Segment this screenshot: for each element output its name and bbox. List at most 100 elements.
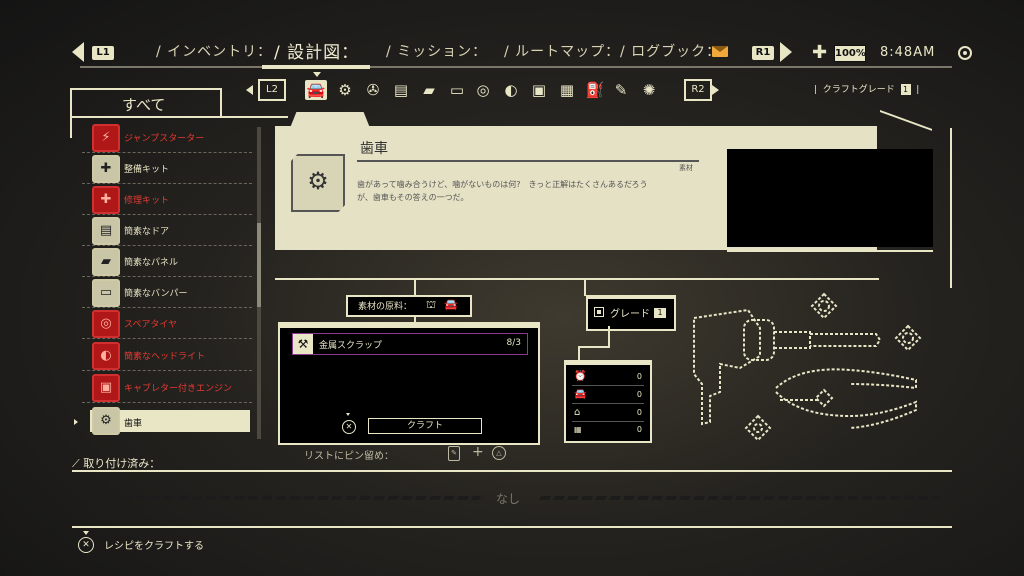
spray-icon[interactable]: ✎ [610, 80, 632, 100]
list-item-label: 修理キット [124, 196, 170, 206]
diagram-pliers-top [775, 368, 917, 390]
triangle-button-icon[interactable]: △ [492, 446, 506, 460]
sidebar-frame-line [70, 116, 288, 118]
l2-button[interactable]: L2 [258, 79, 286, 101]
tab-routemap[interactable]: / ルートマップ： [504, 41, 620, 61]
gears-icon[interactable]: ⚙ [334, 80, 356, 100]
fuel-icon[interactable]: ⛽ [584, 80, 606, 100]
clock-time: 8:48AM [880, 45, 936, 60]
list-item-selected[interactable]: ⚙ 歯車 [90, 407, 250, 435]
jump-starter-icon: ⚡ [92, 124, 120, 152]
diagram-diamond-right [894, 324, 922, 352]
list-item[interactable]: ▣ キャブレター付きエンジン [82, 372, 252, 403]
stat-value: 0 [636, 425, 642, 434]
assembly-diagram [693, 292, 922, 442]
stat-value: 0 [636, 390, 642, 399]
stat-row: ▦ 0 [572, 425, 644, 437]
r2-button[interactable]: R2 [684, 79, 712, 101]
list-item-label: ジャンプスターター [124, 134, 205, 144]
nav-right-arrow-icon[interactable] [780, 42, 792, 62]
metal-scrap-icon: ⚒ [293, 334, 313, 354]
list-item[interactable]: ◐ 簡素なヘッドライト [82, 340, 252, 371]
list-item-label: 簡素なドア [124, 227, 170, 237]
nav-active-underline [262, 65, 370, 69]
nav-left-arrow-icon[interactable] [72, 42, 84, 62]
bumper-icon: ▭ [92, 279, 120, 307]
tab-routemap-label: ルートマップ： [515, 44, 621, 60]
list-item-label: 整備キット [124, 165, 170, 175]
panel-frame-right [950, 128, 952, 288]
r1-button[interactable]: R1 [752, 46, 774, 60]
list-item-label: スペアタイヤ [124, 320, 178, 330]
cross-button-icon[interactable]: ✕ [78, 537, 94, 553]
pin-to-list[interactable]: リストにピン留め： [304, 447, 394, 462]
grade-checkbox-icon [594, 307, 604, 317]
stat-value: 0 [636, 372, 642, 381]
headlight-icon[interactable]: ◐ [500, 80, 522, 100]
detail-description-2: が、歯車もその答えの一つだ。 [357, 193, 469, 202]
list-item[interactable]: ◎ スペアタイヤ [82, 308, 252, 339]
material-count: 8/3 [506, 338, 521, 348]
bumper-icon[interactable]: ▭ [446, 80, 468, 100]
material-row[interactable]: ⚒ 金属スクラップ 8/3 [292, 333, 528, 355]
battery-icon[interactable]: ▦ [556, 80, 578, 100]
stat-row: 🚘 0 [572, 389, 644, 404]
detail-description-1: 歯があって噛み合うけど、噛がないものは何? きっと正解はたくさんあるだろう [357, 180, 648, 189]
tire-icon[interactable]: ◎ [472, 80, 494, 100]
footer-action-label: レシピをクラフトする [104, 541, 204, 552]
materials-panel: ⚒ 金属スクラップ 8/3 ✕ クラフト [278, 322, 540, 445]
panel-icon: ▰ [92, 248, 120, 276]
nav-underline [80, 66, 952, 68]
category-left-arrow-icon[interactable] [246, 85, 253, 95]
door-icon: ▤ [92, 217, 120, 245]
diagram-pliers-bottom [775, 391, 917, 429]
garage-icon: ⌂ [574, 407, 581, 418]
category-right-arrow-icon[interactable] [712, 85, 719, 95]
l1-button[interactable]: L1 [92, 46, 114, 60]
list-item[interactable]: ⚡ ジャンプスターター [82, 122, 252, 153]
tab-inventory[interactable]: / インベントリ： [156, 41, 272, 61]
installed-bottom-line [72, 526, 952, 528]
car-icon[interactable]: 🚘 [305, 80, 327, 100]
sidebar-frame-left [70, 116, 72, 138]
fix-kit-icon: ✚ [92, 186, 120, 214]
materials-label: 素材の原料： [358, 302, 413, 312]
diagram-tool-shaft [774, 331, 811, 349]
craft-grade: | クラフトグレード 1 | [814, 84, 920, 95]
list-item[interactable]: ✚ 整備キット [82, 153, 252, 184]
installed-none: なし [496, 492, 521, 506]
health-plus-icon: ✚ [812, 42, 828, 63]
list-item[interactable]: ✚ 修理キット [82, 184, 252, 215]
disc-icon [958, 46, 972, 60]
tab-missions[interactable]: / ミッション： [386, 41, 487, 61]
list-scrollbar-thumb[interactable] [257, 223, 261, 307]
grade-connector-4 [578, 346, 580, 360]
diagram-circle-bottom [753, 423, 763, 433]
installed-top-line [72, 470, 952, 472]
door-icon[interactable]: ▤ [390, 80, 412, 100]
diagram-diamond-mid [814, 388, 834, 408]
list-item-label: 歯車 [124, 419, 143, 429]
engine-icon[interactable]: ▣ [528, 80, 550, 100]
tab-logbook[interactable]: / ログブック： [620, 41, 721, 61]
diagram-circle-top [818, 300, 830, 312]
installed-edit-icon: ⟋ [72, 457, 80, 470]
tools-icon[interactable]: ✇ [362, 80, 384, 100]
list-item[interactable]: ▤ 簡素なドア [82, 215, 252, 246]
grade-value: 1 [654, 308, 666, 318]
craft-grade-label: クラフトグレード [822, 85, 895, 95]
panel-icon[interactable]: ▰ [418, 80, 440, 100]
list-item-label: 簡素なバンパー [124, 289, 188, 299]
car-icon: 🚘 [444, 298, 458, 311]
list-item[interactable]: ▰ 簡素なパネル [82, 246, 252, 277]
diagram-diamond-bottom [744, 414, 772, 442]
tab-blueprints[interactable]: / 設計図： [274, 38, 359, 63]
settings-icon[interactable]: ✺ [638, 80, 660, 100]
diagram-tool-body [693, 308, 761, 426]
top-nav: L1 / インベントリ： / 設計図： / ミッション： / ルートマップ： /… [0, 0, 1024, 80]
list-item[interactable]: ▭ 簡素なバンパー [82, 277, 252, 308]
footer-indicator-icon [83, 531, 89, 535]
stat-row: ⏰ 0 [572, 371, 644, 386]
craft-button[interactable]: クラフト [368, 418, 482, 434]
grade-connector [584, 280, 586, 296]
